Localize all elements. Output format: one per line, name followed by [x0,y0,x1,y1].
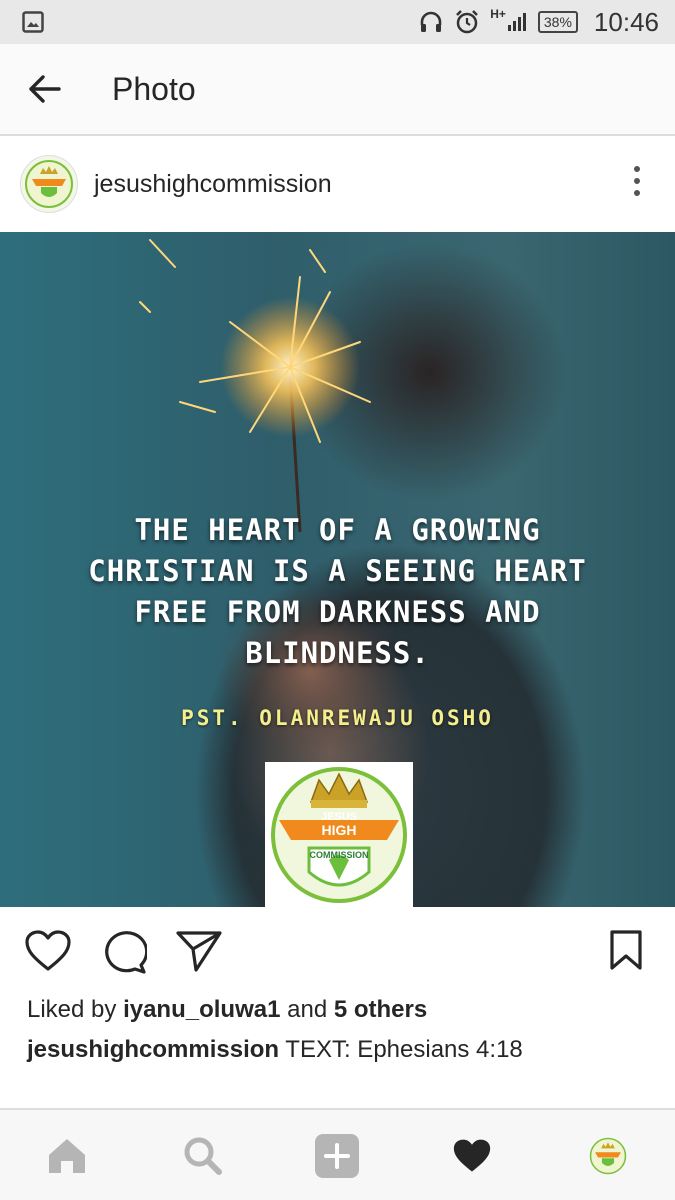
nav-home[interactable] [42,1132,92,1180]
save-button[interactable] [609,929,643,976]
nav-activity[interactable] [447,1132,497,1180]
app-bar: Photo [0,44,675,136]
post-image[interactable]: THE HEART OF A GROWING CHRISTIAN IS A SE… [0,232,675,907]
logo-line2: HIGH [322,822,357,838]
image-author-text: PST. OLANREWAJU OSHO [181,706,494,730]
post-username[interactable]: jesushighcommission [94,170,332,199]
bottom-navigation [0,1108,675,1200]
dot [634,190,640,196]
likes-middle: and [280,996,334,1023]
jhc-logo-icon [25,160,73,208]
post-actions [0,907,675,995]
signal-icon [507,13,526,31]
headphones-icon [420,11,442,32]
image-quote-text: THE HEART OF A GROWING CHRISTIAN IS A SE… [88,513,587,670]
likes-summary[interactable]: Liked by iyanu_oluwa1 and 5 others [27,996,427,1024]
ministry-logo-graphic: JESUS HIGH COMMISSION [271,767,407,903]
gallery-icon [22,11,44,33]
status-bar: H+ 38% 10:46 [0,0,675,44]
share-icon [176,931,222,972]
heart-icon [25,930,71,971]
likes-others[interactable]: 5 others [334,996,427,1023]
more-options-button[interactable] [627,166,647,202]
avatar[interactable] [20,155,78,213]
likes-prefix: Liked by [27,996,124,1023]
search-icon [184,1137,222,1175]
like-button[interactable] [24,929,72,978]
post-caption: jesushighcommission TEXT: Ephesians 4:18 [27,1036,523,1064]
dot [634,166,640,172]
home-icon [49,1139,85,1173]
comment-button[interactable] [101,929,149,980]
nav-profile[interactable] [583,1132,633,1180]
back-button[interactable] [14,59,74,119]
alarm-icon [456,10,479,34]
post-header: jesushighcommission [0,136,675,232]
profile-avatar [589,1137,627,1175]
battery-icon: 38% [537,11,578,33]
arrow-left-icon [29,75,61,103]
network-type: H+ [490,7,506,21]
comment-icon [105,931,149,974]
caption-text: TEXT: Ephesians 4:18 [279,1036,523,1063]
clock: 10:46 [593,6,659,37]
bookmark-icon [610,930,642,970]
liked-by-user[interactable]: iyanu_oluwa1 [123,996,280,1023]
dot [634,178,640,184]
page-title: Photo [112,70,196,107]
caption-username[interactable]: jesushighcommission [27,1036,279,1063]
add-icon [315,1134,359,1178]
activity-heart-icon [453,1139,491,1172]
nav-search[interactable] [178,1132,228,1180]
logo-line3: COMMISSION [309,850,368,860]
nav-add[interactable] [312,1132,362,1180]
ministry-logo: JESUS HIGH COMMISSION [265,762,413,907]
share-button[interactable] [175,929,223,978]
